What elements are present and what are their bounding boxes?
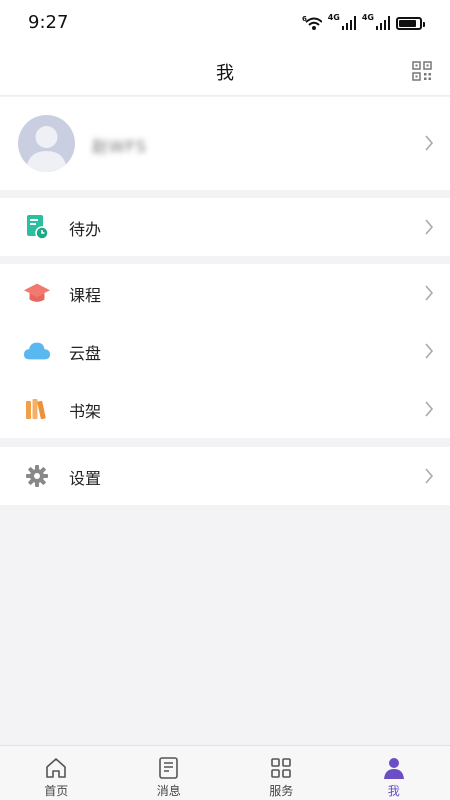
chevron-right-icon [425,135,434,151]
avatar [18,115,75,172]
graduation-cap-icon [23,279,51,307]
menu-item-cloud[interactable]: 云盘 [0,322,450,380]
page-title: 我 [216,63,234,84]
username: 赵WFS [92,137,147,156]
menu-item-todo[interactable]: 待办 [0,198,450,256]
tab-messages[interactable]: 消息 [113,746,226,800]
grid-icon [271,758,292,778]
menu-item-settings[interactable]: 设置 [0,447,450,505]
battery-icon [396,16,425,30]
learning-group: 课程 云盘 书架 [0,264,450,438]
message-icon [158,757,178,779]
tab-label-me: 我 [387,784,400,798]
cloud-icon [23,337,51,365]
chevron-right-icon [425,219,434,235]
qr-code-icon[interactable] [412,61,432,81]
default-avatar-icon [26,126,67,172]
menu-label-bookshelf: 书架 [69,402,102,421]
status-icons: 6 4G 4G [302,12,425,34]
todo-icon [23,213,51,241]
status-time: 9:27 [28,12,69,33]
menu-label-course: 课程 [69,286,102,305]
chevron-right-icon [425,468,434,484]
menu-item-bookshelf[interactable]: 书架 [0,380,450,438]
menu-label-settings: 设置 [69,469,102,488]
todo-group: 待办 [0,198,450,256]
bottom-tab-bar: 首页 消息 服务 我 [0,745,450,800]
top-nav-bar: 我 [0,46,450,96]
tab-label-home: 首页 [44,784,69,798]
gear-icon [23,462,51,490]
tab-me[interactable]: 我 [338,746,450,800]
menu-item-course[interactable]: 课程 [0,264,450,322]
tab-label-services: 服务 [269,784,294,798]
tab-label-messages: 消息 [156,784,181,798]
chevron-right-icon [425,343,434,359]
network-label-1: 4G [327,12,340,22]
wifi-icon: 6 [302,15,322,30]
profile-card[interactable]: 赵WFS [0,97,450,190]
status-bar: 9:27 6 4G 4G [0,0,450,46]
books-icon [23,395,51,423]
chevron-right-icon [425,401,434,417]
menu-label-cloud: 云盘 [69,344,102,363]
person-icon [383,758,404,779]
network-label-2: 4G [361,12,374,22]
menu-label-todo: 待办 [69,220,102,239]
chevron-right-icon [425,285,434,301]
tab-services[interactable]: 服务 [225,746,338,800]
settings-group: 设置 [0,447,450,505]
home-icon [46,758,67,778]
signal-icon [341,16,356,30]
signal-icon-2 [376,16,390,30]
tab-home[interactable]: 首页 [0,746,113,800]
